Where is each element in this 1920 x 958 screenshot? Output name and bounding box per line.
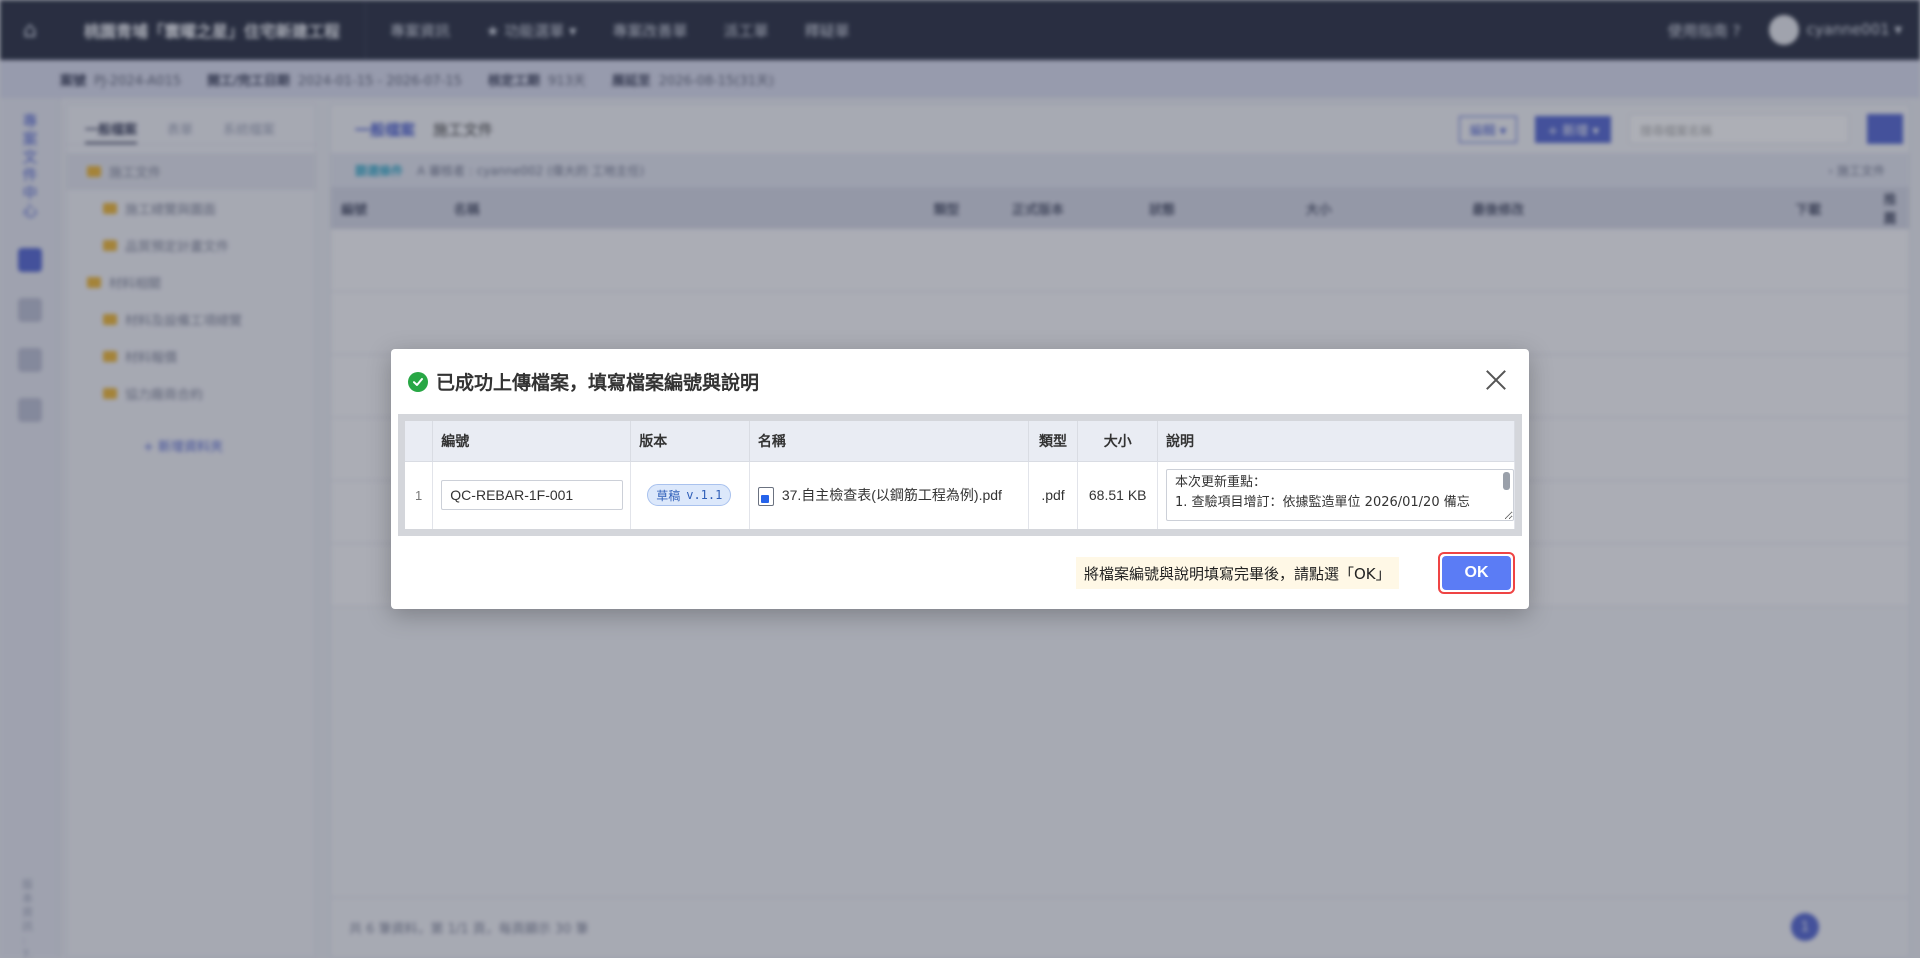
ok-button[interactable]: OK [1438,552,1515,594]
file-icon [757,486,774,506]
code-cell [432,461,632,529]
row-index: 1 [405,461,434,529]
instruction-hint: 將檔案編號與說明填寫完畢後，請點選「OK」 [1076,557,1399,589]
upload-table-container: 編號 版本 名稱 類型 大小 說明 1 草稿 [398,414,1522,536]
column-index [405,421,434,462]
table-row: 1 草稿 v.1.1 37.自主檢查表(以鋼筋工程為例).pdf [405,461,1515,529]
textarea-scrollbar[interactable] [1503,472,1510,491]
ok-button-label: OK [1442,556,1511,590]
check-circle-icon [408,371,428,392]
column-size: 大小 [1077,421,1158,462]
upload-success-dialog: 已成功上傳檔案，填寫檔案編號與說明 編號 版本 名稱 類型 大小 說明 1 QC… [391,349,1529,609]
table-header-row: 編號 版本 名稱 類型 大小 說明 [405,421,1515,462]
upload-file-table: 編號 版本 名稱 類型 大小 說明 1 草稿 [405,421,1515,529]
version-status: 草稿 [656,488,681,503]
version-number: v.1.1 [686,488,723,503]
file-name: 37.自主檢查表(以鋼筋工程為例).pdf [781,486,1002,503]
column-description: 說明 [1157,421,1515,462]
dialog-header: 已成功上傳檔案，填寫檔案編號與說明 [391,349,1529,414]
description-textarea[interactable]: 本次更新重點： 1. 查驗項目增訂：依據監造單位 2026/01/20 備忘 [1166,469,1514,522]
version-cell: 草稿 v.1.1 [630,461,750,529]
column-code: 編號 [432,421,632,462]
file-type: .pdf [1028,461,1079,529]
column-name: 名稱 [749,421,1029,462]
description-cell: 本次更新重點： 1. 查驗項目增訂：依據監造單位 2026/01/20 備忘 [1157,461,1515,529]
column-version: 版本 [630,421,750,462]
version-badge: 草稿 v.1.1 [647,484,732,507]
description-wrapper: 本次更新重點： 1. 查驗項目增訂：依據監造單位 2026/01/20 備忘 [1166,469,1514,522]
dialog-title: 已成功上傳檔案，填寫檔案編號與說明 [436,372,760,394]
name-cell: 37.自主檢查表(以鋼筋工程為例).pdf [749,461,1029,529]
file-size: 68.51 KB [1077,461,1158,529]
file-code-input[interactable] [441,480,624,511]
column-type: 類型 [1028,421,1079,462]
close-icon[interactable] [1485,369,1507,391]
